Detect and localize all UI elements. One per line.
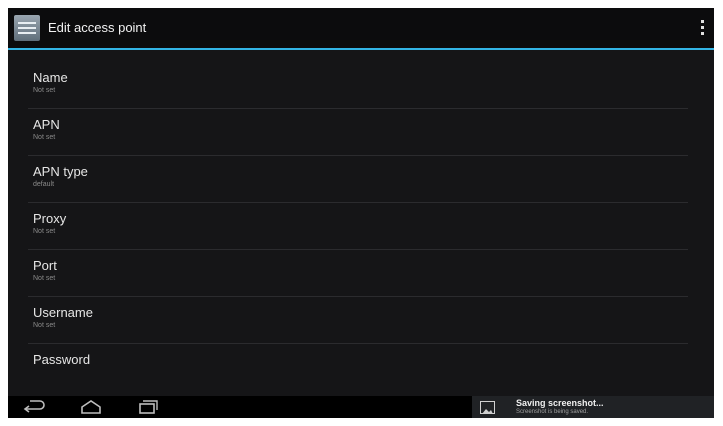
setting-value: Not set: [33, 87, 56, 94]
setting-value: Not set: [33, 134, 56, 141]
notification-title: Saving screenshot...: [516, 398, 604, 408]
image-icon: [480, 401, 495, 414]
setting-row-username[interactable]: Username Not set: [28, 297, 688, 344]
overflow-menu-icon[interactable]: [700, 20, 706, 38]
setting-row-apn-type[interactable]: APN type default: [28, 156, 688, 203]
setting-value: default: [33, 181, 55, 188]
setting-row-port[interactable]: Port Not set: [28, 250, 688, 297]
setting-row-password[interactable]: Password: [28, 344, 688, 390]
notification-subtitle: Screenshot is being saved.: [516, 409, 589, 415]
setting-label: APN type: [33, 164, 88, 179]
system-nav-bar: Saving screenshot... Screenshot is being…: [8, 396, 714, 418]
setting-label: Password: [33, 352, 91, 367]
recents-icon[interactable]: [132, 398, 162, 416]
setting-label: Proxy: [33, 211, 67, 226]
back-icon[interactable]: [20, 398, 50, 416]
setting-value: Not set: [33, 228, 56, 235]
setting-row-apn[interactable]: APN Not set: [28, 109, 688, 156]
setting-label: Username: [33, 305, 93, 320]
setting-row-name[interactable]: Name Not set: [28, 62, 688, 109]
home-icon[interactable]: [76, 398, 106, 416]
setting-label: Name: [33, 70, 68, 85]
action-bar: Edit access point: [8, 8, 714, 50]
setting-label: APN: [33, 117, 60, 132]
settings-app-icon[interactable]: [14, 15, 40, 41]
android-screen: Edit access point Name Not set APN Not s…: [8, 8, 714, 418]
setting-label: Port: [33, 258, 57, 273]
apn-settings-list: Name Not set APN Not set APN type defaul…: [28, 62, 688, 390]
setting-value: Not set: [33, 275, 56, 282]
screenshot-notification[interactable]: Saving screenshot... Screenshot is being…: [472, 396, 714, 418]
setting-value: Not set: [33, 322, 56, 329]
page-title: Edit access point: [48, 20, 147, 35]
setting-row-proxy[interactable]: Proxy Not set: [28, 203, 688, 250]
